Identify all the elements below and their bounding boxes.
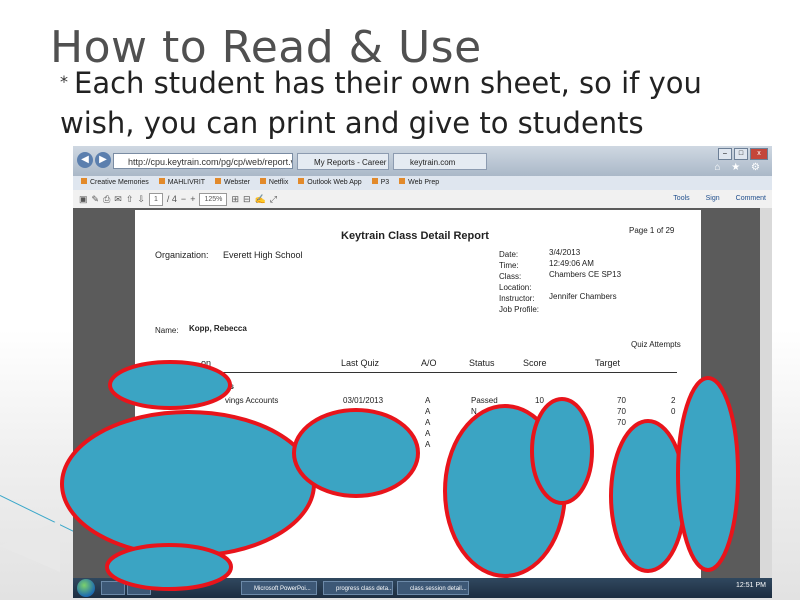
annotation-ellipse [530, 397, 594, 505]
annotation-ellipse [609, 419, 687, 573]
annotation-layer [60, 360, 740, 591]
annotation-ellipse [292, 408, 420, 498]
annotation-ellipse [108, 360, 232, 410]
annotation-ellipse [60, 410, 316, 558]
annotation-ellipse [105, 543, 233, 591]
annotation-ellipse [676, 376, 740, 572]
